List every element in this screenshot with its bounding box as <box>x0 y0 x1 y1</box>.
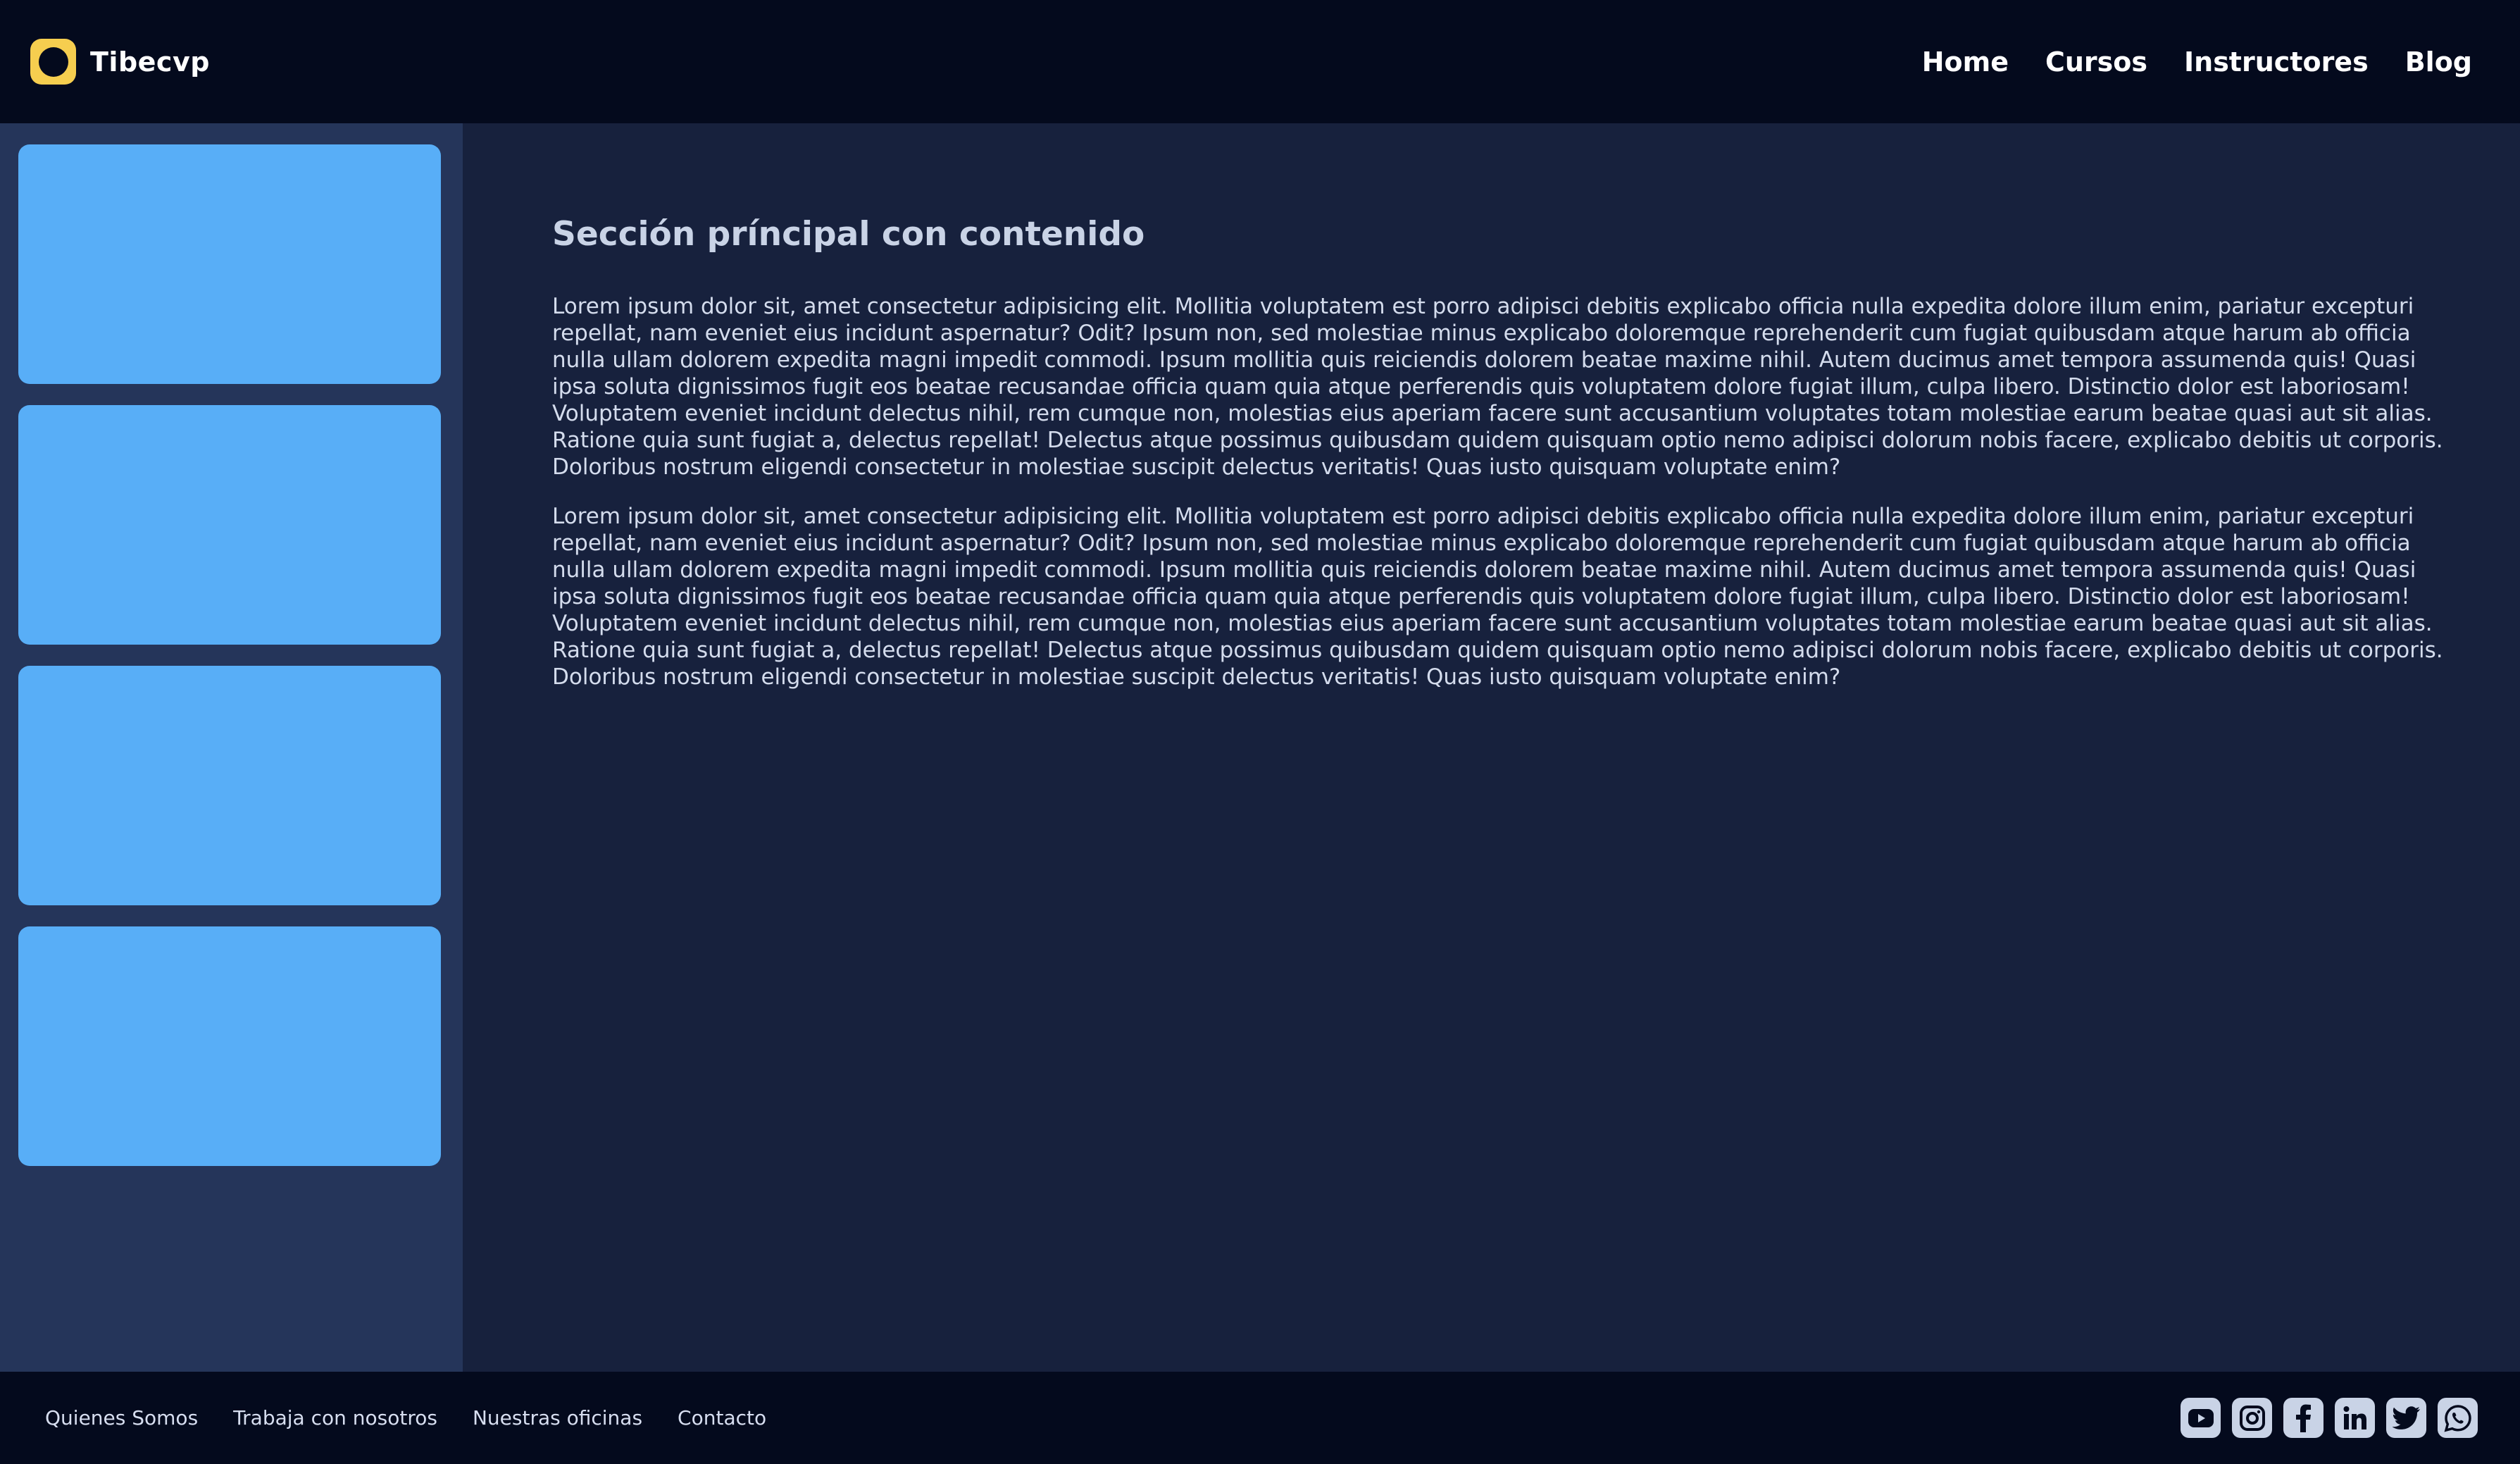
instagram-icon[interactable] <box>2232 1398 2272 1438</box>
sidebar <box>0 123 463 1372</box>
footer-links: Quienes Somos Trabaja con nosotros Nuest… <box>45 1406 766 1429</box>
paragraph: Lorem ipsum dolor sit, amet consectetur … <box>552 504 2443 690</box>
sidebar-card[interactable] <box>18 666 441 905</box>
sidebar-card[interactable] <box>18 144 441 384</box>
footer-link-oficinas[interactable]: Nuestras oficinas <box>473 1406 642 1429</box>
nav-link-instructores[interactable]: Instructores <box>2184 46 2369 77</box>
twitter-icon[interactable] <box>2386 1398 2426 1438</box>
footer-link-trabaja[interactable]: Trabaja con nosotros <box>233 1406 437 1429</box>
whatsapp-icon[interactable] <box>2438 1398 2478 1438</box>
main-nav: Home Cursos Instructores Blog <box>1922 46 2472 77</box>
linkedin-icon[interactable] <box>2335 1398 2375 1438</box>
sidebar-card[interactable] <box>18 926 441 1166</box>
youtube-icon[interactable] <box>2181 1398 2221 1438</box>
footer-link-contacto[interactable]: Contacto <box>678 1406 766 1429</box>
brand[interactable]: Tibecvp <box>30 39 210 85</box>
footer-link-quienes-somos[interactable]: Quienes Somos <box>45 1406 198 1429</box>
nav-link-home[interactable]: Home <box>1922 46 2009 77</box>
site-header: Tibecvp Home Cursos Instructores Blog <box>0 0 2520 123</box>
paragraph: Lorem ipsum dolor sit, amet consectetur … <box>552 294 2443 480</box>
social-links <box>2181 1398 2478 1438</box>
nav-link-blog[interactable]: Blog <box>2405 46 2472 77</box>
brand-name: Tibecvp <box>90 46 210 77</box>
site-footer: Quienes Somos Trabaja con nosotros Nuest… <box>0 1372 2520 1464</box>
sidebar-card[interactable] <box>18 405 441 645</box>
main-title: Sección príncipal con contenido <box>552 215 1145 254</box>
main-content: Sección príncipal con contenido Lorem ip… <box>463 123 2520 1372</box>
logo-icon <box>30 39 76 85</box>
facebook-icon[interactable] <box>2283 1398 2323 1438</box>
nav-link-cursos[interactable]: Cursos <box>2045 46 2147 77</box>
